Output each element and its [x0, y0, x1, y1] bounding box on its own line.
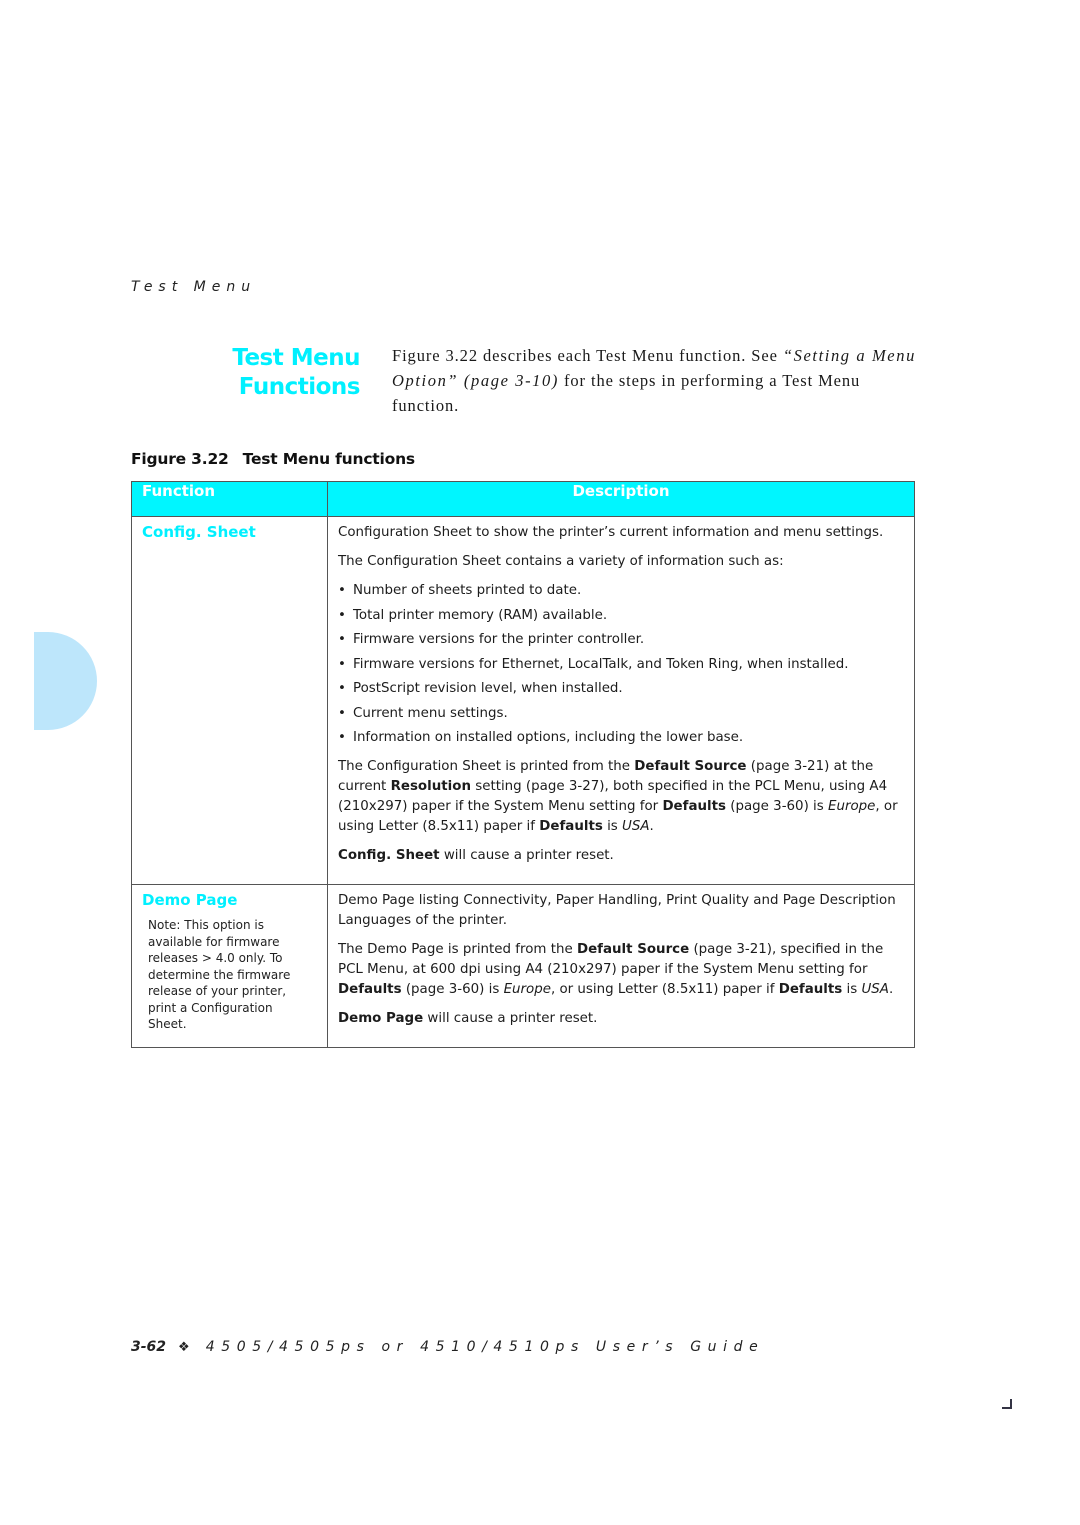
description-intro: Configuration Sheet to show the printer’…: [338, 525, 884, 540]
description-lead: The Configuration Sheet contains a varie…: [338, 554, 784, 569]
figure-number: Figure 3.22: [131, 450, 229, 468]
text: , or using Letter (8.5x11) paper if: [550, 982, 779, 997]
setting-value: Europe: [828, 799, 876, 814]
section-title: Test Menu Functions: [232, 344, 360, 402]
section-title-line1: Test Menu: [232, 345, 360, 371]
setting-name: Defaults: [662, 799, 726, 814]
list-item: Current menu settings.: [338, 704, 904, 724]
table-header-row: Function Description: [131, 481, 915, 517]
setting-value: USA: [622, 819, 650, 834]
reset-warning: Demo Page will cause a printer reset.: [338, 1009, 904, 1029]
function-name: Config. Sheet: [142, 523, 256, 541]
function-name-bold: Demo Page: [338, 1011, 424, 1026]
text: (page 3-60) is: [726, 799, 829, 814]
crop-mark-icon: [1002, 1399, 1012, 1409]
function-cell: Demo Page Note: This option is available…: [131, 884, 328, 1048]
section-title-line2: Functions: [238, 374, 361, 400]
page-number: 3-62: [131, 1339, 167, 1355]
description-cell: Configuration Sheet to show the printer’…: [327, 516, 915, 885]
running-head: Test Menu: [131, 279, 257, 295]
description-detail: The Demo Page is printed from the Defaul…: [338, 940, 904, 1000]
text: will cause a printer reset.: [439, 848, 614, 863]
list-item: Firmware versions for the printer contro…: [338, 630, 904, 650]
column-header-description: Description: [327, 481, 915, 517]
setting-name: Default Source: [576, 942, 690, 957]
function-name-bold: Config. Sheet: [338, 848, 440, 863]
intro-text-1: Figure 3.22 describes each Test Menu fun…: [392, 346, 783, 365]
description-cell: Demo Page listing Connectivity, Paper Ha…: [327, 884, 915, 1048]
table-row-config-sheet: Config. Sheet Configuration Sheet to sho…: [131, 516, 915, 885]
description-detail: The Configuration Sheet is printed from …: [338, 757, 904, 837]
text: The Demo Page is printed from the: [338, 942, 577, 957]
guide-title: 4505/4505ps or 4510/4510ps User’s Guide: [205, 1339, 765, 1355]
text: .: [649, 819, 654, 834]
intro-paragraph: Figure 3.22 describes each Test Menu fun…: [392, 343, 922, 418]
setting-name: Defaults: [778, 982, 843, 997]
text: .: [888, 982, 894, 997]
function-name: Demo Page: [142, 891, 238, 909]
figure-caption: Figure 3.22 Test Menu functions: [131, 450, 415, 468]
column-header-function: Function: [131, 481, 328, 517]
chapter-thumb-tab: [34, 632, 97, 730]
text: is: [842, 982, 862, 997]
setting-value: USA: [861, 982, 889, 997]
setting-name: Resolution: [390, 779, 471, 794]
setting-name: Defaults: [338, 982, 402, 997]
firmware-note: Note: This option is available for firmw…: [148, 918, 291, 1031]
setting-name: Default Source: [634, 759, 747, 774]
setting-value: Europe: [503, 982, 551, 997]
test-menu-functions-table: Function Description Config. Sheet Confi…: [131, 481, 915, 1048]
info-bullet-list: Number of sheets printed to date. Total …: [338, 581, 904, 748]
list-item: PostScript revision level, when installe…: [338, 679, 904, 699]
list-item: Number of sheets printed to date.: [338, 581, 904, 601]
text: The Configuration Sheet is printed from …: [338, 759, 635, 774]
page-footer: 3-62 ❖ 4505/4505ps or 4510/4510ps User’s G…: [131, 1339, 764, 1355]
text: is: [602, 819, 623, 834]
diamond-separator-icon: ❖: [178, 1340, 190, 1355]
list-item: Firmware versions for Ethernet, LocalTal…: [338, 655, 904, 675]
setting-name: Defaults: [539, 819, 603, 834]
reset-warning: Config. Sheet will cause a printer reset…: [338, 846, 904, 866]
text: (page 3-60) is: [401, 982, 504, 997]
list-item: Information on installed options, includ…: [338, 728, 904, 748]
list-item: Total printer memory (RAM) available.: [338, 606, 904, 626]
figure-title: Test Menu functions: [242, 450, 415, 468]
function-cell: Config. Sheet: [131, 516, 328, 885]
text: will cause a printer reset.: [423, 1011, 598, 1026]
description-intro: Demo Page listing Connectivity, Paper Ha…: [338, 893, 896, 928]
table-row-demo-page: Demo Page Note: This option is available…: [131, 884, 915, 1048]
